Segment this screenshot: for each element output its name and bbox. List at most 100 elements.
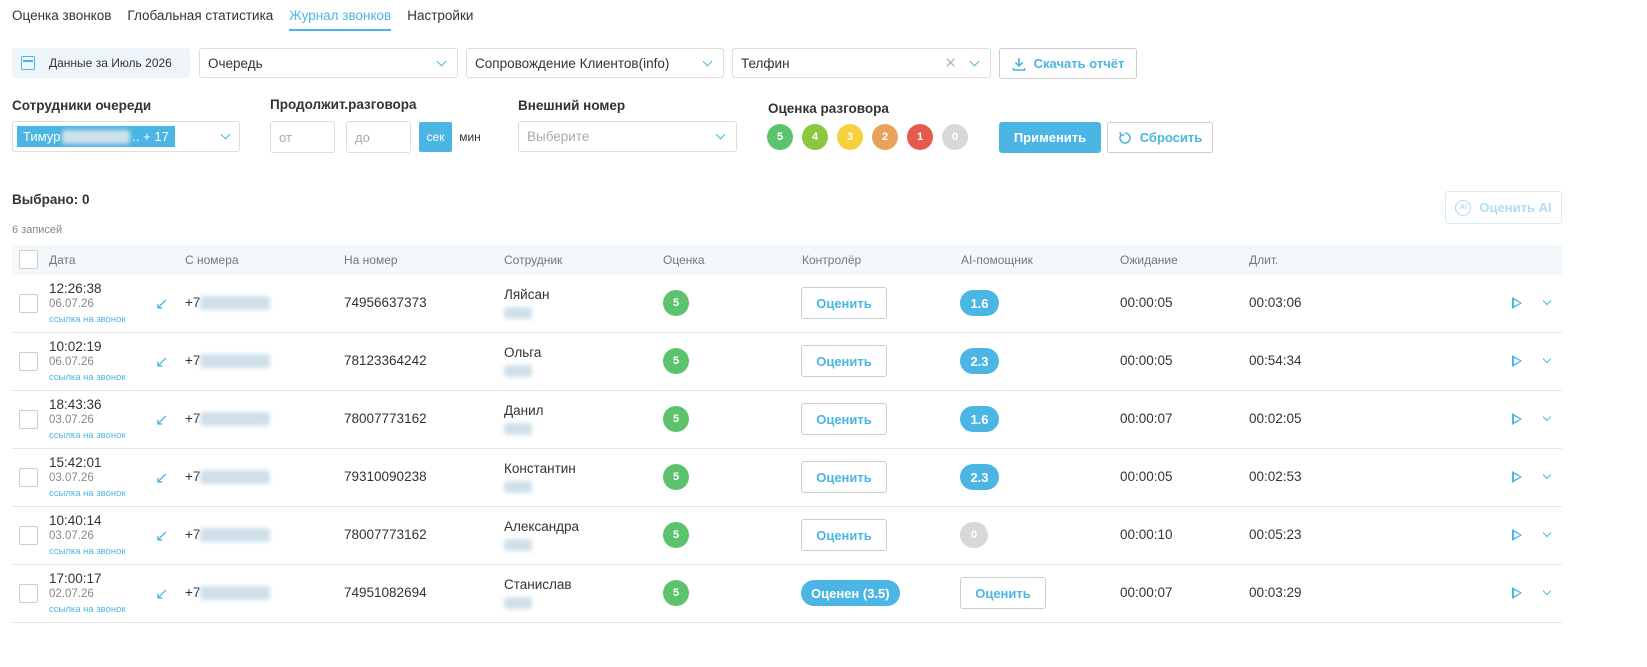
- ai-score-badge: 1.6: [960, 290, 999, 316]
- redacted-number: [200, 354, 271, 369]
- expand-chevron-icon[interactable]: [1542, 412, 1552, 422]
- download-report-button[interactable]: Скачать отчёт: [999, 48, 1137, 79]
- expand-chevron-icon[interactable]: [1542, 296, 1552, 306]
- queue-select-value: Очередь: [208, 55, 263, 71]
- rating-option-3[interactable]: 3: [837, 124, 863, 150]
- chevron-down-icon: [969, 56, 980, 66]
- ai-icon: AI: [1455, 199, 1472, 216]
- controller-rated-badge[interactable]: Оценен (3.5): [801, 580, 900, 606]
- controller-rate-button[interactable]: Оценить: [801, 345, 887, 377]
- play-icon[interactable]: [1512, 471, 1522, 483]
- call-duration: 00:03:06: [1249, 295, 1302, 310]
- ai-rate-button[interactable]: AI Оценить AI: [1445, 191, 1562, 224]
- incoming-call-icon: ↙: [155, 470, 169, 487]
- call-time: 15:42:01: [49, 455, 102, 470]
- expand-chevron-icon[interactable]: [1542, 470, 1552, 480]
- incoming-call-icon: ↙: [155, 528, 169, 545]
- expand-chevron-icon[interactable]: [1542, 528, 1552, 538]
- table-row[interactable]: 12:26:38 06.07.26 ссылка на звонок ↙ +7 …: [12, 275, 1562, 333]
- provider-select[interactable]: Телфин ✕: [732, 48, 991, 78]
- from-number: +7: [185, 411, 271, 427]
- table-row[interactable]: 10:40:14 03.07.26 ссылка на звонок ↙ +7 …: [12, 507, 1562, 565]
- employees-select[interactable]: Тимур .. + 17: [12, 121, 240, 152]
- rating-option-2[interactable]: 2: [872, 124, 898, 150]
- ai-rate-row-button[interactable]: Оценить: [960, 577, 1046, 609]
- call-link[interactable]: ссылка на звонок: [49, 372, 126, 383]
- row-checkbox[interactable]: [19, 584, 38, 603]
- tab-settings[interactable]: Настройки: [407, 8, 473, 31]
- redacted-number: [200, 470, 271, 485]
- call-link[interactable]: ссылка на звонок: [49, 314, 126, 325]
- duration-to-input[interactable]: до: [346, 121, 411, 153]
- ai-rate-label: Оценить AI: [1479, 200, 1552, 215]
- controller-rate-button[interactable]: Оценить: [801, 287, 887, 319]
- call-date: 03.07.26: [49, 530, 94, 542]
- redacted-name: [62, 129, 131, 144]
- unit-seconds-toggle[interactable]: сек: [419, 122, 452, 152]
- queue-select[interactable]: Очередь: [199, 48, 458, 78]
- controller-rate-button[interactable]: Оценить: [801, 519, 887, 551]
- table-row[interactable]: 17:00:17 02.07.26 ссылка на звонок ↙ +7 …: [12, 565, 1562, 623]
- rating-option-0[interactable]: 0: [942, 124, 968, 150]
- rating-option-1[interactable]: 1: [907, 124, 933, 150]
- to-number: 74956637373: [344, 295, 427, 310]
- rating-option-5[interactable]: 5: [767, 124, 793, 150]
- employee-name: Данил: [504, 403, 544, 418]
- external-number-placeholder: Выберите: [527, 129, 590, 144]
- call-link[interactable]: ссылка на звонок: [49, 430, 126, 441]
- from-number: +7: [185, 353, 271, 369]
- play-icon[interactable]: [1512, 587, 1522, 599]
- apply-button[interactable]: Применить: [999, 122, 1101, 153]
- to-number: 78123364242: [344, 353, 427, 368]
- to-number: 79310090238: [344, 469, 427, 484]
- calendar-icon: [21, 56, 35, 70]
- table-row[interactable]: 10:02:19 06.07.26 ссылка на звонок ↙ +7 …: [12, 333, 1562, 391]
- controller-rate-button[interactable]: Оценить: [801, 403, 887, 435]
- service-select[interactable]: Сопровождение Клиентов(info): [466, 48, 724, 78]
- tab-call-log[interactable]: Журнал звонков: [289, 8, 392, 31]
- reset-button[interactable]: Сбросить: [1107, 122, 1213, 153]
- employee-name: Ольга: [504, 345, 542, 360]
- to-number: 78007773162: [344, 411, 427, 426]
- row-checkbox[interactable]: [19, 526, 38, 545]
- unit-minutes-toggle[interactable]: мин: [452, 122, 488, 152]
- play-icon[interactable]: [1512, 297, 1522, 309]
- expand-chevron-icon[interactable]: [1542, 586, 1552, 596]
- from-number: +7: [185, 527, 271, 543]
- call-time: 18:43:36: [49, 397, 102, 412]
- row-checkbox[interactable]: [19, 410, 38, 429]
- from-number: +7: [185, 469, 271, 485]
- select-all-checkbox[interactable]: [19, 250, 38, 269]
- row-checkbox[interactable]: [19, 352, 38, 371]
- duration-from-input[interactable]: от: [270, 121, 335, 153]
- call-link[interactable]: ссылка на звонок: [49, 488, 126, 499]
- external-number-label: Внешний номер: [518, 98, 626, 113]
- row-checkbox[interactable]: [19, 468, 38, 487]
- employees-label: Сотрудники очереди: [12, 98, 152, 113]
- rating-option-4[interactable]: 4: [802, 124, 828, 150]
- expand-chevron-icon[interactable]: [1542, 354, 1552, 364]
- play-icon[interactable]: [1512, 355, 1522, 367]
- table-row[interactable]: 18:43:36 03.07.26 ссылка на звонок ↙ +7 …: [12, 391, 1562, 449]
- controller-rate-button[interactable]: Оценить: [801, 461, 887, 493]
- records-count: 6 записей: [12, 224, 63, 236]
- call-time: 12:26:38: [49, 281, 102, 296]
- date-period-picker[interactable]: Данные за Июль 2026: [12, 48, 190, 78]
- table-row[interactable]: 15:42:01 03.07.26 ссылка на звонок ↙ +7 …: [12, 449, 1562, 507]
- tab-call-rating[interactable]: Оценка звонков: [12, 8, 111, 31]
- call-link[interactable]: ссылка на звонок: [49, 604, 126, 615]
- from-number: +7: [185, 295, 271, 311]
- row-checkbox[interactable]: [19, 294, 38, 313]
- grade-badge: 5: [663, 290, 689, 316]
- grade-badge: 5: [663, 522, 689, 548]
- play-icon[interactable]: [1512, 413, 1522, 425]
- play-icon[interactable]: [1512, 529, 1522, 541]
- call-time: 10:02:19: [49, 339, 102, 354]
- clear-icon[interactable]: ✕: [944, 54, 957, 72]
- call-link[interactable]: ссылка на звонок: [49, 546, 126, 557]
- tab-global-stats[interactable]: Глобальная статистика: [127, 8, 273, 31]
- service-select-value: Сопровождение Клиентов(info): [475, 55, 670, 71]
- wait-time: 00:00:10: [1120, 527, 1173, 542]
- external-number-select[interactable]: Выберите: [518, 121, 737, 152]
- provider-select-value: Телфин: [741, 55, 790, 71]
